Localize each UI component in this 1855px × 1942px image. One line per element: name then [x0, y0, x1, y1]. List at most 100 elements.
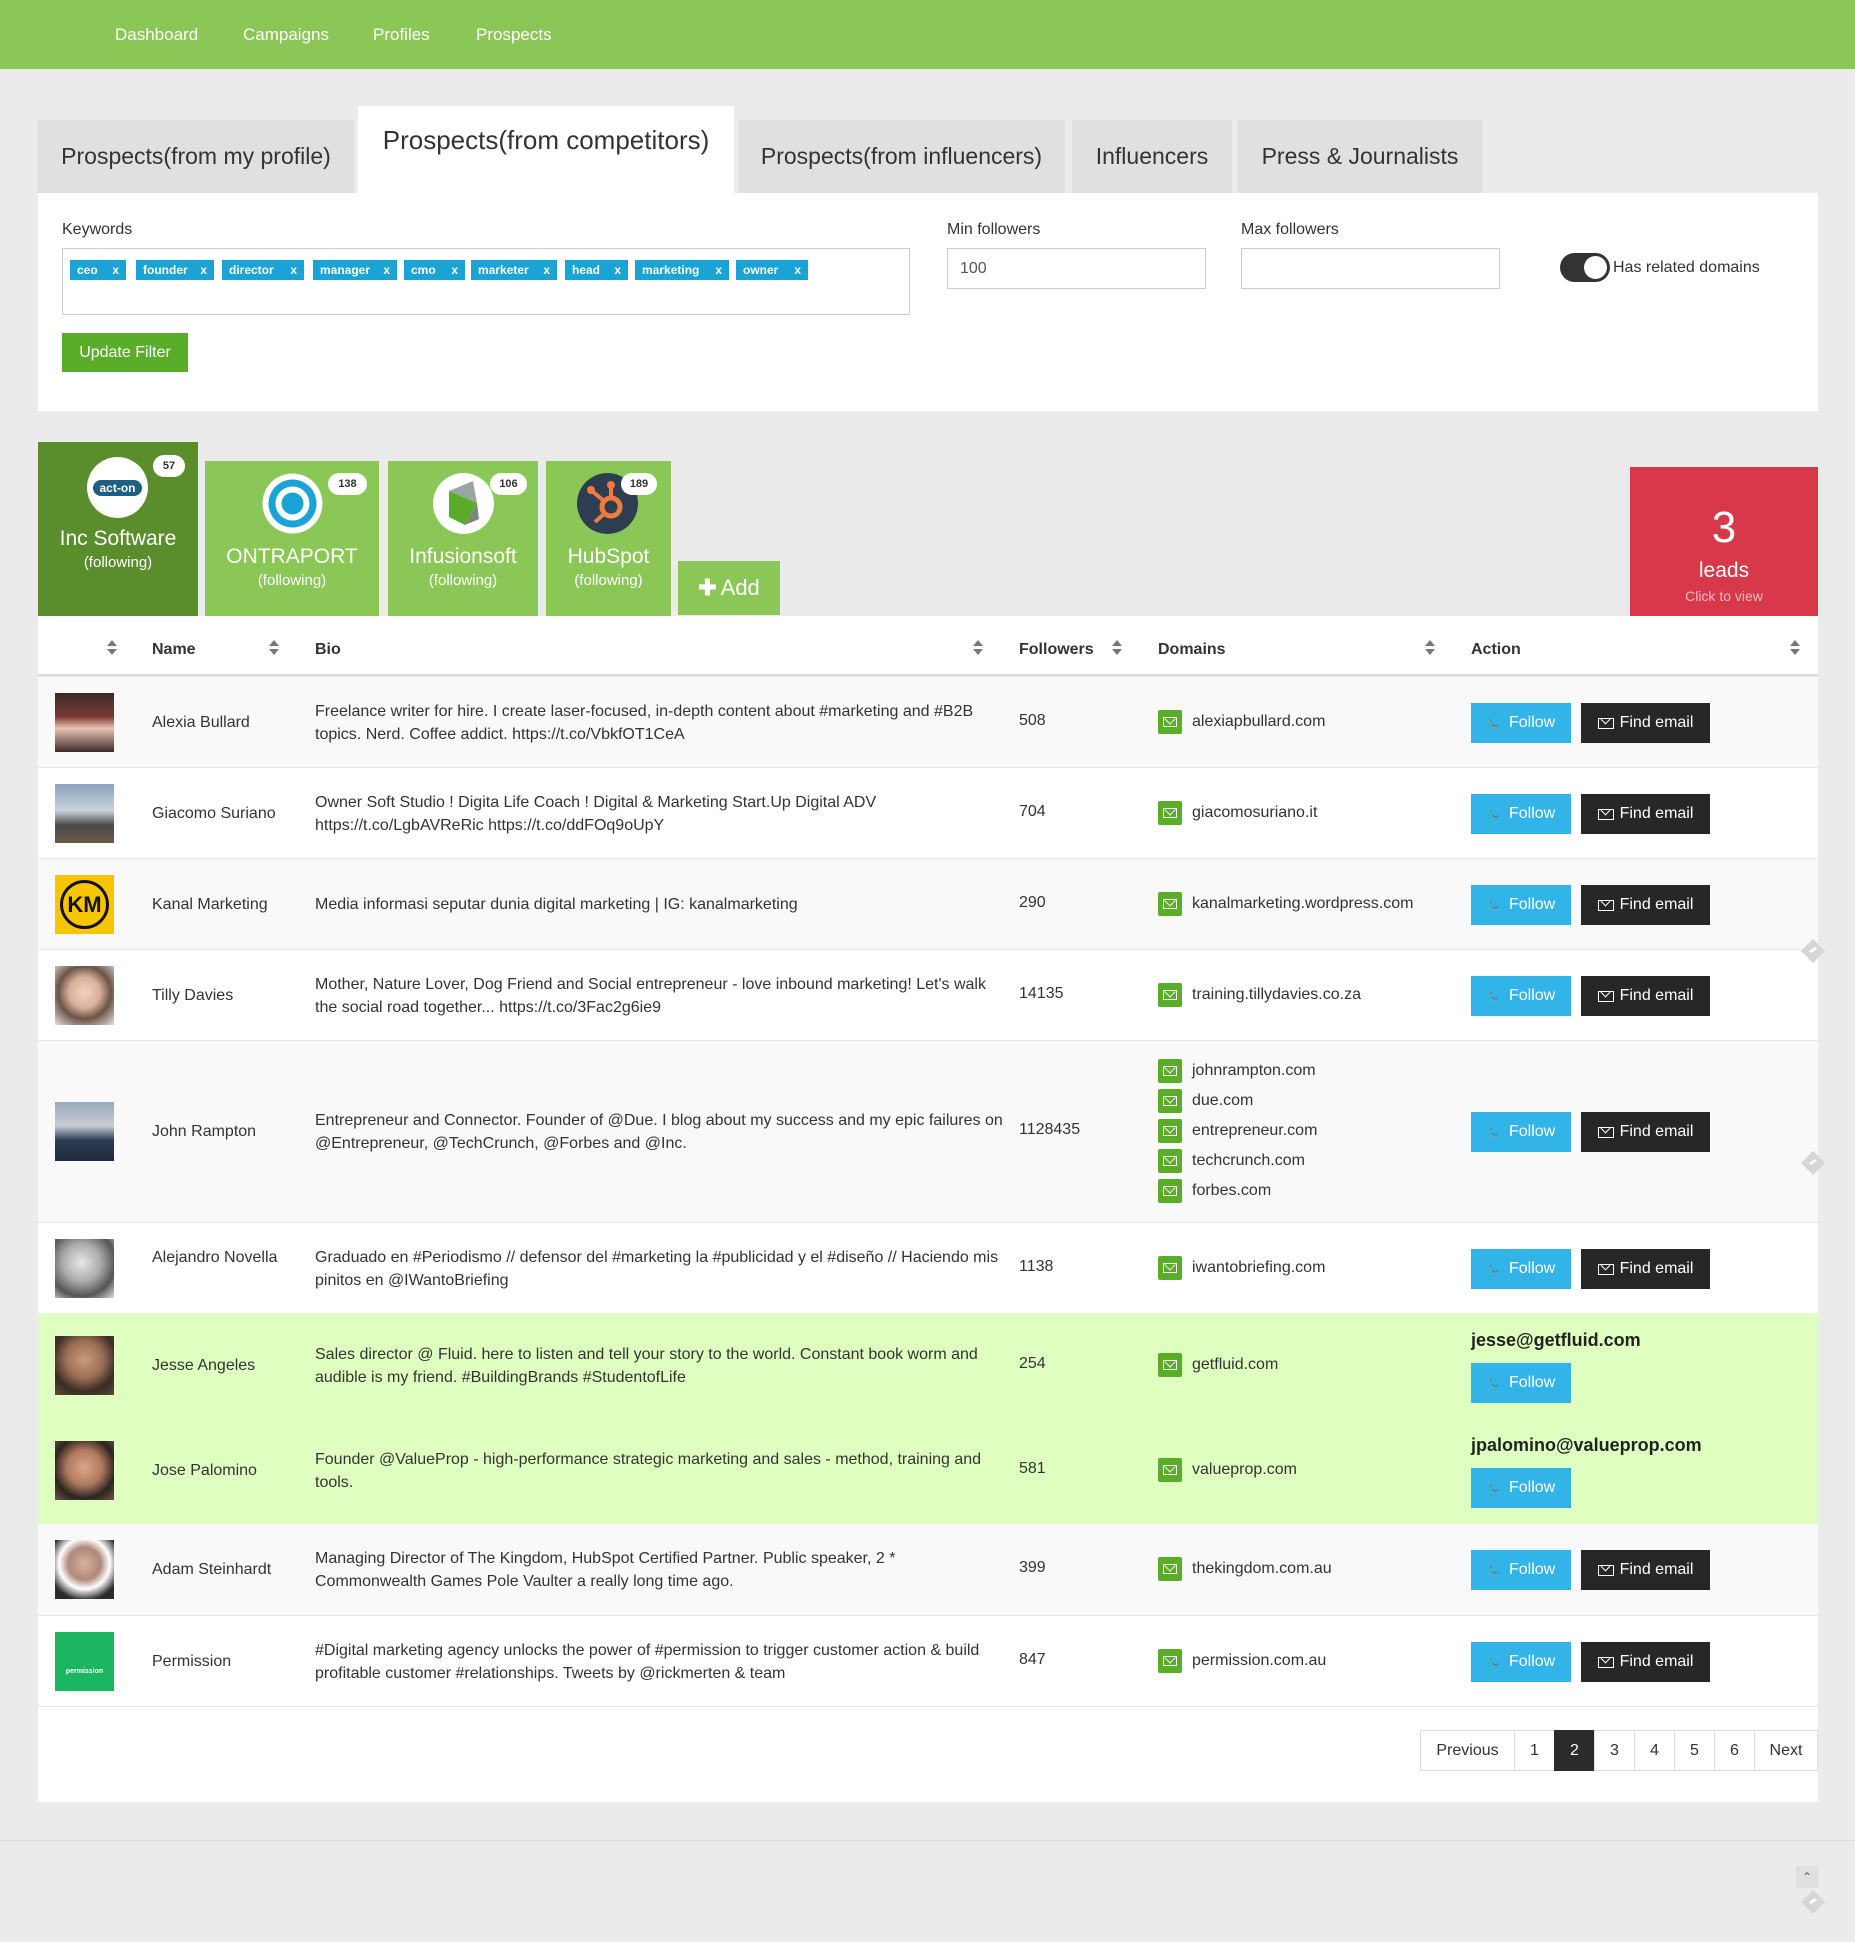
avatar — [55, 966, 114, 1025]
domain-link[interactable]: kanalmarketing.wordpress.com — [1158, 892, 1413, 916]
competitor-tile-inc-software[interactable]: act-on 57 Inc Software (following) — [38, 442, 198, 616]
keyword-tag[interactable]: founder x — [136, 260, 214, 280]
follow-button[interactable]: 🐦 Follow — [1471, 1112, 1571, 1152]
domain-link[interactable]: permission.com.au — [1158, 1649, 1326, 1673]
header-name[interactable]: Name — [152, 641, 196, 659]
find-email-button[interactable]: Find email — [1581, 976, 1710, 1016]
follow-button[interactable]: 🐦 Follow — [1471, 1550, 1571, 1590]
domain-link[interactable]: forbes.com — [1158, 1179, 1271, 1203]
domain-link[interactable]: johnrampton.com — [1158, 1059, 1316, 1083]
find-email-button[interactable]: Find email — [1581, 1249, 1710, 1289]
nav-profiles[interactable]: Profiles — [373, 25, 430, 45]
remove-tag-icon[interactable]: x — [794, 260, 801, 280]
pagination-previous[interactable]: Previous — [1420, 1730, 1515, 1771]
tab-influencers[interactable]: Influencers — [1072, 120, 1232, 193]
keyword-tag[interactable]: owner x — [736, 260, 808, 280]
max-followers-input[interactable] — [1241, 248, 1500, 289]
scroll-to-top-icon[interactable]: ⌃ — [1796, 1866, 1818, 1888]
feedback-tag-icon[interactable] — [1800, 1150, 1826, 1176]
keyword-tag[interactable]: ceo x — [70, 260, 126, 280]
sort-icon[interactable] — [1790, 640, 1800, 656]
domain-link[interactable]: getfluid.com — [1158, 1353, 1278, 1377]
sort-icon[interactable] — [107, 640, 117, 656]
competitor-status: (following) — [428, 572, 498, 589]
pagination-page[interactable]: 3 — [1594, 1730, 1635, 1771]
domain-link[interactable]: alexiapbullard.com — [1158, 710, 1325, 734]
header-domains[interactable]: Domains — [1158, 641, 1226, 659]
keyword-tag[interactable]: marketing x — [635, 260, 729, 280]
header-bio[interactable]: Bio — [315, 641, 341, 659]
follow-button[interactable]: 🐦 Follow — [1471, 1363, 1571, 1403]
domain-link[interactable]: training.tillydavies.co.za — [1158, 983, 1361, 1007]
tab-prospects-influencers[interactable]: Prospects(from influencers) — [738, 120, 1065, 193]
keyword-tag[interactable]: director x — [222, 260, 304, 280]
min-followers-input[interactable] — [947, 248, 1206, 289]
remove-tag-icon[interactable]: x — [112, 260, 119, 280]
keyword-tag[interactable]: cmo x — [404, 260, 465, 280]
table-row: Alejandro Novella Graduado en #Periodism… — [38, 1222, 1818, 1313]
find-email-button[interactable]: Find email — [1581, 794, 1710, 834]
follow-button[interactable]: 🐦 Follow — [1471, 1468, 1571, 1508]
feedback-tag-icon[interactable] — [1800, 1889, 1826, 1915]
pagination-page-active[interactable]: 2 — [1554, 1730, 1595, 1771]
pagination-page[interactable]: 6 — [1714, 1730, 1755, 1771]
tab-prospects-competitors[interactable]: Prospects(from competitors) — [358, 106, 734, 193]
pagination-page[interactable]: 5 — [1674, 1730, 1715, 1771]
find-email-button[interactable]: Find email — [1581, 1550, 1710, 1590]
header-action[interactable]: Action — [1471, 641, 1521, 659]
feedback-tag-icon[interactable] — [1800, 938, 1826, 964]
find-email-button[interactable]: Find email — [1581, 1112, 1710, 1152]
find-email-button[interactable]: Find email — [1581, 703, 1710, 743]
leads-counter-button[interactable]: 3 leads Click to view — [1630, 467, 1818, 616]
nav-dashboard[interactable]: Dashboard — [115, 25, 198, 45]
remove-tag-icon[interactable]: x — [200, 260, 207, 280]
sort-icon[interactable] — [1112, 640, 1122, 656]
header-followers[interactable]: Followers — [1019, 641, 1094, 659]
found-email[interactable]: jpalomino@valueprop.com — [1471, 1435, 1702, 1456]
sort-icon[interactable] — [1425, 640, 1435, 656]
sort-icon[interactable] — [269, 640, 279, 656]
nav-campaigns[interactable]: Campaigns — [243, 25, 329, 45]
pagination-page[interactable]: 1 — [1514, 1730, 1555, 1771]
follow-button[interactable]: 🐦 Follow — [1471, 794, 1571, 834]
tab-press-journalists[interactable]: Press & Journalists — [1238, 120, 1482, 193]
remove-tag-icon[interactable]: x — [715, 260, 722, 280]
domain-link[interactable]: entrepreneur.com — [1158, 1119, 1317, 1143]
remove-tag-icon[interactable]: x — [290, 260, 297, 280]
nav-prospects[interactable]: Prospects — [476, 25, 552, 45]
follow-button[interactable]: 🐦 Follow — [1471, 703, 1571, 743]
remove-tag-icon[interactable]: x — [543, 260, 550, 280]
prospect-followers: 290 — [1019, 894, 1046, 911]
remove-tag-icon[interactable]: x — [383, 260, 390, 280]
add-competitor-button[interactable]: ✚ Add — [678, 561, 780, 615]
keyword-tag[interactable]: head x — [565, 260, 628, 280]
update-filter-button[interactable]: Update Filter — [62, 333, 188, 372]
competitor-tile-hubspot[interactable]: 189 HubSpot (following) — [546, 461, 671, 616]
competitor-tile-infusionsoft[interactable]: 106 Infusionsoft (following) — [388, 461, 538, 616]
pagination-page[interactable]: 4 — [1634, 1730, 1675, 1771]
domain-link[interactable]: due.com — [1158, 1089, 1253, 1113]
domain-link[interactable]: giacomosuriano.it — [1158, 801, 1317, 825]
follow-button[interactable]: 🐦 Follow — [1471, 1249, 1571, 1289]
competitor-tile-ontraport[interactable]: 138 ONTRAPORT (following) — [205, 461, 379, 616]
domain-link[interactable]: techcrunch.com — [1158, 1149, 1305, 1173]
find-email-button[interactable]: Find email — [1581, 885, 1710, 925]
keyword-tag[interactable]: marketer x — [471, 260, 557, 280]
sort-icon[interactable] — [973, 640, 983, 656]
related-domains-toggle[interactable] — [1560, 253, 1610, 282]
remove-tag-icon[interactable]: x — [614, 260, 621, 280]
domain-link[interactable]: iwantobriefing.com — [1158, 1256, 1325, 1280]
domain-link[interactable]: thekingdom.com.au — [1158, 1557, 1332, 1581]
pagination-next[interactable]: Next — [1754, 1730, 1818, 1771]
domain-link[interactable]: valueprop.com — [1158, 1458, 1297, 1482]
competitor-status: (following) — [83, 554, 153, 571]
follow-button[interactable]: 🐦 Follow — [1471, 976, 1571, 1016]
found-email[interactable]: jesse@getfluid.com — [1471, 1330, 1641, 1351]
keyword-tag[interactable]: manager x — [313, 260, 397, 280]
find-email-button[interactable]: Find email — [1581, 1642, 1710, 1682]
remove-tag-icon[interactable]: x — [451, 260, 458, 280]
tab-prospects-my-profile[interactable]: Prospects(from my profile) — [38, 120, 354, 193]
follow-button[interactable]: 🐦 Follow — [1471, 1642, 1571, 1682]
keywords-input[interactable]: ceo x founder x director x manager x cmo x ma… — [62, 248, 910, 315]
follow-button[interactable]: 🐦 Follow — [1471, 885, 1571, 925]
